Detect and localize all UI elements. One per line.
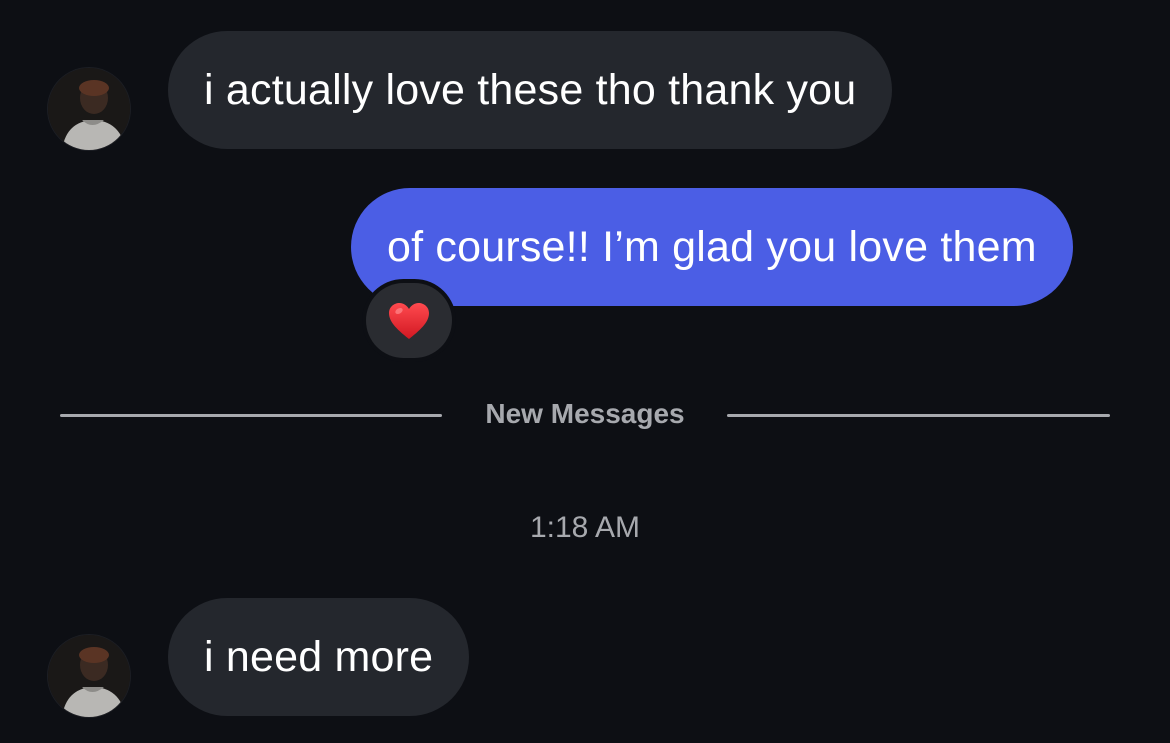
message-timestamp: 1:18 AM (529, 511, 641, 544)
red-heart-icon (389, 302, 429, 339)
incoming-message-bubble[interactable]: i actually love these tho thank you (168, 31, 893, 149)
message-text: i actually love these tho thank you (204, 65, 857, 114)
contact-avatar[interactable] (48, 635, 130, 717)
divider-line-right (727, 414, 1110, 417)
outgoing-message-bubble[interactable]: of course!! I’m glad you love them (351, 188, 1073, 306)
avatar-photo (48, 68, 130, 150)
message-reaction[interactable] (366, 283, 452, 358)
divider-line-left (60, 414, 442, 417)
contact-avatar[interactable] (48, 68, 130, 150)
incoming-message-bubble[interactable]: i need more (168, 598, 470, 716)
message-text: i need more (204, 632, 434, 681)
avatar-photo (48, 635, 130, 717)
message-text: of course!! I’m glad you love them (387, 222, 1037, 271)
chat-thread: i actually love these tho thank you of c… (0, 0, 1170, 743)
new-messages-divider-label: New Messages (485, 398, 685, 429)
